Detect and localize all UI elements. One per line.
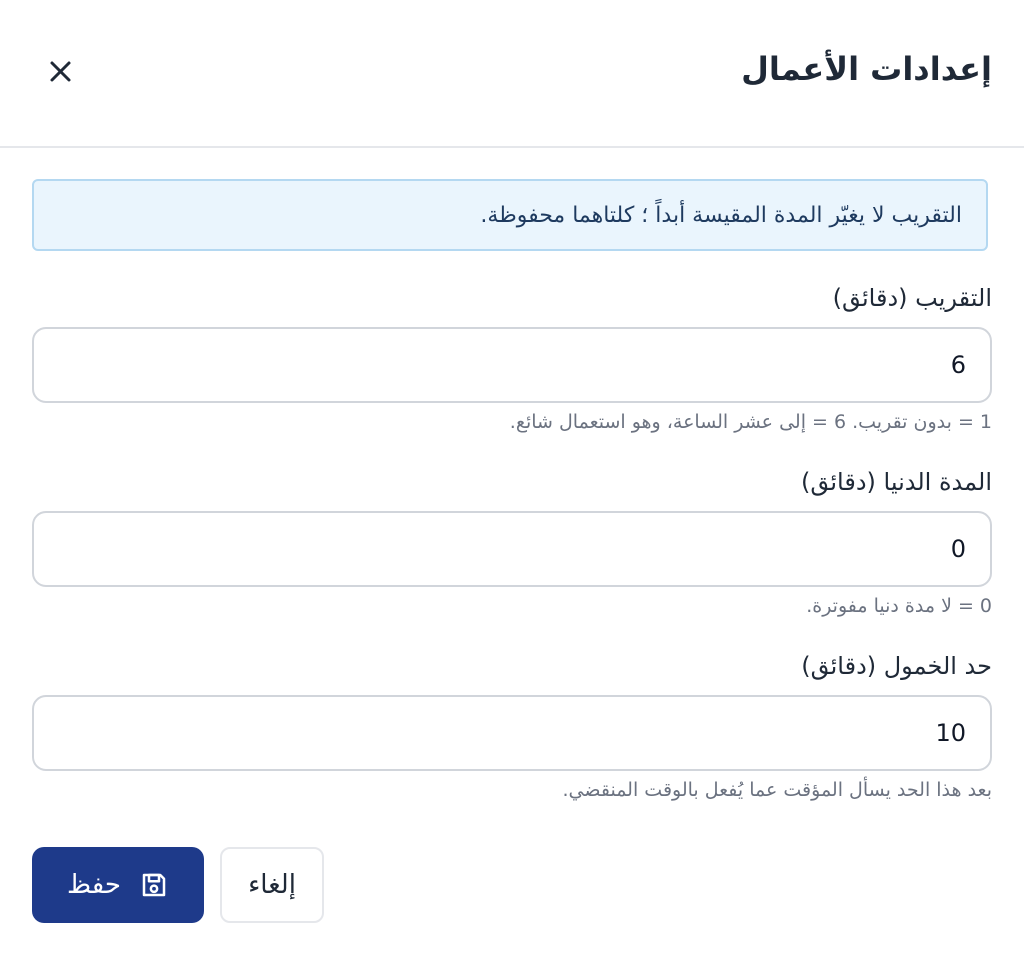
idle-threshold-help: بعد هذا الحد يسأل المؤقت عما يُفعل بالوق… — [562, 779, 993, 801]
minimum-duration-label: المدة الدنيا (دقائق) — [801, 468, 992, 496]
rounding-label: التقريب (دقائق) — [832, 284, 992, 312]
business-settings-dialog: إعدادات الأعمال التقريب لا يغيّر المدة ا… — [0, 0, 1024, 954]
info-alert-text: التقريب لا يغيّر المدة المقيسة أبداً ؛ ك… — [480, 202, 962, 228]
close-button[interactable] — [40, 52, 82, 92]
rounding-input[interactable] — [32, 327, 992, 403]
dialog-title: إعدادات الأعمال — [741, 50, 992, 88]
close-icon — [50, 61, 71, 82]
save-label: حفظ — [67, 870, 121, 900]
idle-threshold-label: حد الخمول (دقائق) — [801, 652, 992, 680]
info-alert: التقريب لا يغيّر المدة المقيسة أبداً ؛ ك… — [32, 179, 988, 251]
save-icon — [142, 873, 166, 897]
dialog-header: إعدادات الأعمال — [0, 0, 1024, 148]
minimum-duration-help: 0 = لا مدة دنيا مفوترة. — [806, 595, 992, 617]
save-button[interactable]: حفظ — [32, 847, 204, 923]
minimum-duration-input[interactable] — [32, 511, 992, 587]
idle-threshold-input[interactable] — [32, 695, 992, 771]
cancel-button[interactable]: إلغاء — [220, 847, 324, 923]
rounding-help: 1 = بدون تقريب. 6 = إلى عشر الساعة، وهو … — [509, 411, 992, 433]
